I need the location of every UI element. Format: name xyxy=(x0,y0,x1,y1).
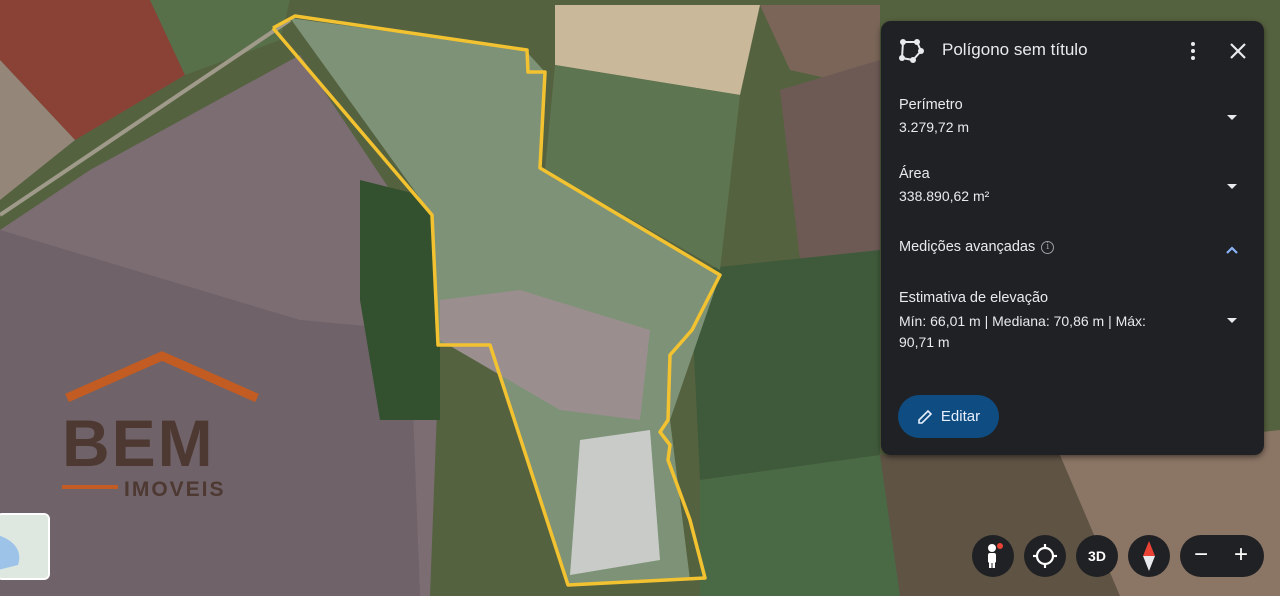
edit-label: Editar xyxy=(940,408,981,425)
advanced-section[interactable]: Medições avançadas i xyxy=(899,239,1244,255)
advanced-label: Medições avançadas xyxy=(899,239,1036,255)
close-icon[interactable] xyxy=(1226,39,1250,63)
watermark-logo: BEM IMOVEIS xyxy=(62,350,262,501)
property-white-patch xyxy=(570,430,660,575)
logo-divider xyxy=(62,485,118,489)
zoom-control: − + xyxy=(1180,535,1264,577)
crosshair-icon xyxy=(1033,544,1057,568)
perimeter-value: 3.279,72 m xyxy=(899,119,970,135)
vegetation-2 xyxy=(700,455,900,596)
chevron-up-icon[interactable] xyxy=(1220,238,1244,262)
vegetation-1 xyxy=(690,250,880,480)
elevation-line1: Mín: 66,01 m | Mediana: 70,86 m | Máx: xyxy=(899,313,1146,329)
elevation-label: Estimativa de elevação xyxy=(899,290,1049,306)
my-location-button[interactable] xyxy=(1024,535,1066,577)
more-vert-icon[interactable] xyxy=(1181,39,1205,63)
panel-header: Polígono sem título xyxy=(881,21,1264,81)
elevation-line2: 90,71 m xyxy=(899,334,950,350)
elevation-section[interactable]: Estimativa de elevação Mín: 66,01 m | Me… xyxy=(899,290,1244,353)
minimap-thumbnail[interactable] xyxy=(0,513,50,580)
compass-icon xyxy=(1143,541,1155,571)
area-section[interactable]: Área 338.890,62 m² xyxy=(899,166,1244,207)
panel-title: Polígono sem título xyxy=(942,40,1088,59)
perimeter-label: Perímetro xyxy=(899,97,963,113)
polygon-icon xyxy=(899,39,924,63)
chevron-down-icon[interactable] xyxy=(1220,174,1244,198)
minimap-graphic xyxy=(0,515,48,578)
pegman-icon xyxy=(988,543,1003,568)
area-value: 338.890,62 m² xyxy=(899,188,990,204)
chevron-down-icon[interactable] xyxy=(1220,105,1244,129)
pencil-icon xyxy=(918,409,933,424)
perimeter-section[interactable]: Perímetro 3.279,72 m xyxy=(899,97,1244,138)
edit-button[interactable]: Editar xyxy=(898,395,999,438)
logo-text-imoveis: IMOVEIS xyxy=(124,478,226,501)
roof-icon xyxy=(65,351,259,403)
area-label: Área xyxy=(899,166,930,182)
toggle-3d-button[interactable]: 3D xyxy=(1076,535,1118,577)
zoom-out-button[interactable]: − xyxy=(1194,542,1208,568)
measurement-panel: Polígono sem título Perímetro 3.279,72 m… xyxy=(881,21,1264,455)
zoom-in-button[interactable]: + xyxy=(1234,542,1248,568)
compass-button[interactable] xyxy=(1128,535,1170,577)
chevron-down-icon[interactable] xyxy=(1220,308,1244,332)
pegman-button[interactable] xyxy=(972,535,1014,577)
info-icon[interactable]: i xyxy=(1041,240,1055,254)
logo-text-bem: BEM xyxy=(62,406,215,480)
3d-label: 3D xyxy=(1088,548,1106,564)
